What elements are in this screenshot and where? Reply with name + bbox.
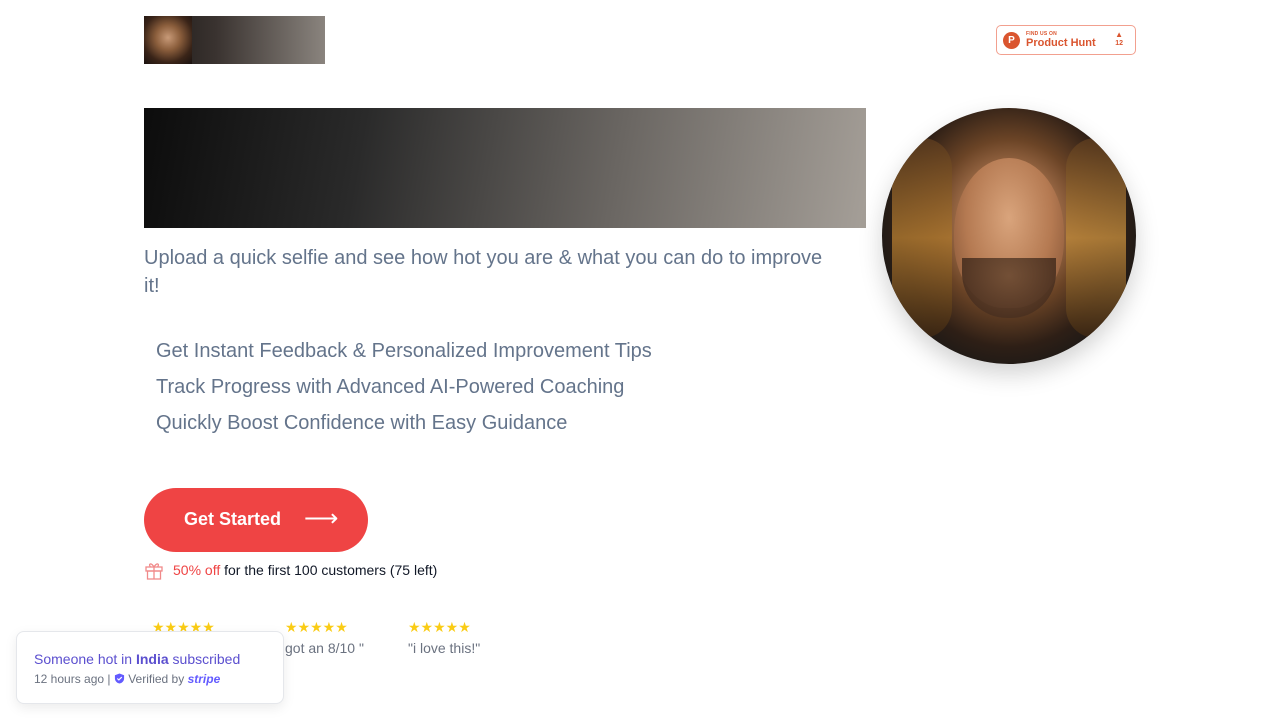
notification-time: 12 hours ago | (34, 672, 114, 686)
notification-country: India (135, 651, 169, 667)
hero-portrait-image (882, 108, 1136, 364)
product-hunt-icon: P (1003, 32, 1020, 49)
header: P FIND US ON Product Hunt ▲ 12 (144, 16, 1136, 64)
subscription-notification[interactable]: Someone hot in India subscribed 12 hours… (16, 631, 284, 704)
gift-icon (145, 563, 163, 580)
notification-message: Someone hot in India subscribed (34, 651, 241, 667)
review-quote: "i love this!" (408, 640, 481, 656)
get-started-label: Get Started (184, 509, 282, 529)
verified-shield-icon (114, 673, 124, 684)
star-rating: ★★★★★ (408, 619, 471, 635)
stripe-logo: stripe (187, 672, 221, 686)
discount-details: for the first 100 customers (75 left) (220, 562, 438, 578)
product-hunt-badge[interactable]: P FIND US ON Product Hunt ▲ 12 (996, 25, 1136, 55)
review-quote: got an 8/10 " (285, 640, 364, 656)
feature-item: Track Progress with Advanced AI-Powered … (156, 376, 625, 398)
review-card: ★★★★★ got an 8/10 " (285, 619, 364, 656)
upvote-count: 12 (1115, 40, 1123, 47)
review-card: ★★★★★ "i love this!" (408, 619, 480, 656)
feature-item: Quickly Boost Confidence with Easy Guida… (156, 412, 568, 434)
get-started-button[interactable]: Get Started ⟶ (144, 488, 368, 552)
feature-item: Get Instant Feedback & Personalized Impr… (156, 340, 652, 362)
logo-portrait-image (144, 16, 192, 64)
discount-highlight: 50% off (173, 562, 221, 578)
verified-label: Verified by (128, 672, 188, 686)
upvote-arrow-icon: ▲ (1115, 30, 1123, 39)
product-hunt-name: Product Hunt (1026, 37, 1096, 49)
hero-banner-image (144, 108, 866, 228)
notification-meta: 12 hours ago | Verified by stripe (34, 672, 220, 686)
star-rating: ★★★★★ (285, 619, 348, 635)
hero-subtitle: Upload a quick selfie and see how hot yo… (144, 247, 823, 297)
site-logo[interactable] (144, 16, 325, 64)
feature-list: Get Instant Feedback & Personalized Impr… (156, 333, 652, 441)
arrow-right-icon: ⟶ (304, 505, 339, 532)
